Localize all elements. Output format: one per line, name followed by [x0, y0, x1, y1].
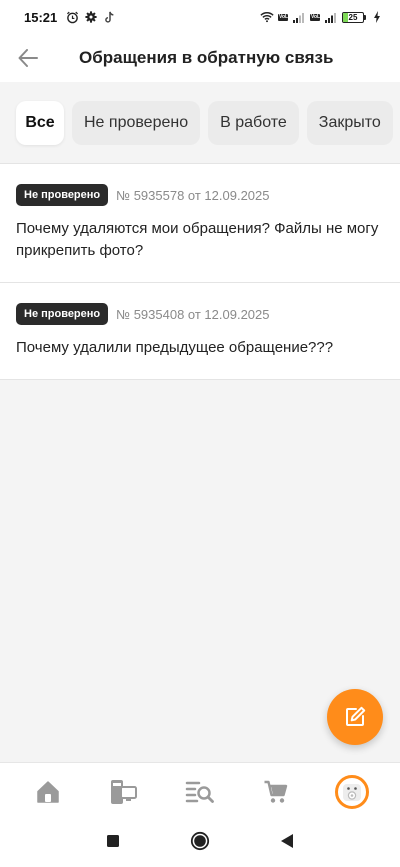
ticket-number: № 5935408 от 12.09.2025: [116, 306, 270, 322]
bottom-nav: [0, 762, 400, 820]
signal-icon-2: [324, 10, 338, 24]
profile-avatar-ring: [335, 774, 369, 809]
nav-search[interactable]: [177, 769, 223, 815]
nav-profile[interactable]: [329, 769, 375, 815]
nav-home[interactable]: [25, 769, 71, 815]
status-badge: Не проверено: [16, 303, 109, 325]
home-button[interactable]: [190, 831, 210, 856]
profile-icon: [343, 783, 361, 801]
recents-icon: [107, 835, 119, 847]
filter-chip-in-progress[interactable]: В работе: [208, 101, 299, 145]
back-button-system[interactable]: [280, 833, 294, 854]
alarm-icon: [65, 10, 79, 24]
search-list-icon: [185, 781, 214, 803]
ticket-number: № 5935578 от 12.09.2025: [116, 187, 270, 203]
tiktok-icon: [103, 10, 117, 24]
filter-chip-closed[interactable]: Закрыто: [306, 101, 393, 145]
app-header: Обращения в обратную связь: [0, 34, 400, 82]
status-bar: 15:21 VoLTE VoLTE 25: [0, 0, 400, 34]
filter-bar: Все Не проверено В работе Закрыто: [0, 82, 400, 164]
filter-chip-unchecked[interactable]: Не проверено: [72, 101, 201, 145]
nav-cart[interactable]: [253, 769, 299, 815]
ticket-text: Почему удалили предыдущее обращение???: [16, 339, 334, 356]
ticket-item[interactable]: Не проверено № 5935578 от 12.09.2025 Поч…: [0, 163, 400, 282]
charging-icon: [370, 10, 384, 24]
system-nav-bar: [0, 820, 400, 867]
back-triangle-icon: [281, 834, 293, 848]
ticket-list: Не проверено № 5935578 от 12.09.2025 Поч…: [0, 163, 400, 380]
page-title: Обращения в обратную связь: [79, 48, 334, 67]
cart-icon: [264, 780, 288, 803]
edit-icon: [346, 706, 366, 726]
status-badge: Не проверено: [16, 184, 109, 206]
ticket-text: Почему удаляются мои обращения? Файлы не…: [16, 220, 379, 259]
battery-level: 25: [348, 12, 358, 22]
new-ticket-button[interactable]: [327, 689, 383, 745]
volte-badge-2: VoLTE: [310, 13, 327, 21]
gear-icon: [84, 10, 98, 24]
devices-icon: [111, 779, 137, 804]
home-circle-icon: [190, 831, 210, 851]
nav-catalog[interactable]: [101, 769, 147, 815]
wifi-icon: [260, 10, 274, 24]
signal-icon-1: [292, 10, 306, 24]
arrow-left-icon: [18, 49, 38, 67]
battery-indicator: 25: [342, 11, 366, 23]
recents-button[interactable]: [106, 834, 120, 853]
back-button[interactable]: [0, 34, 56, 82]
ticket-item[interactable]: Не проверено № 5935408 от 12.09.2025 Поч…: [0, 282, 400, 379]
status-time: 15:21: [24, 9, 58, 25]
home-icon: [37, 780, 59, 803]
volte-badge-1: VoLTE: [278, 13, 295, 21]
filter-chip-all[interactable]: Все: [16, 101, 64, 145]
